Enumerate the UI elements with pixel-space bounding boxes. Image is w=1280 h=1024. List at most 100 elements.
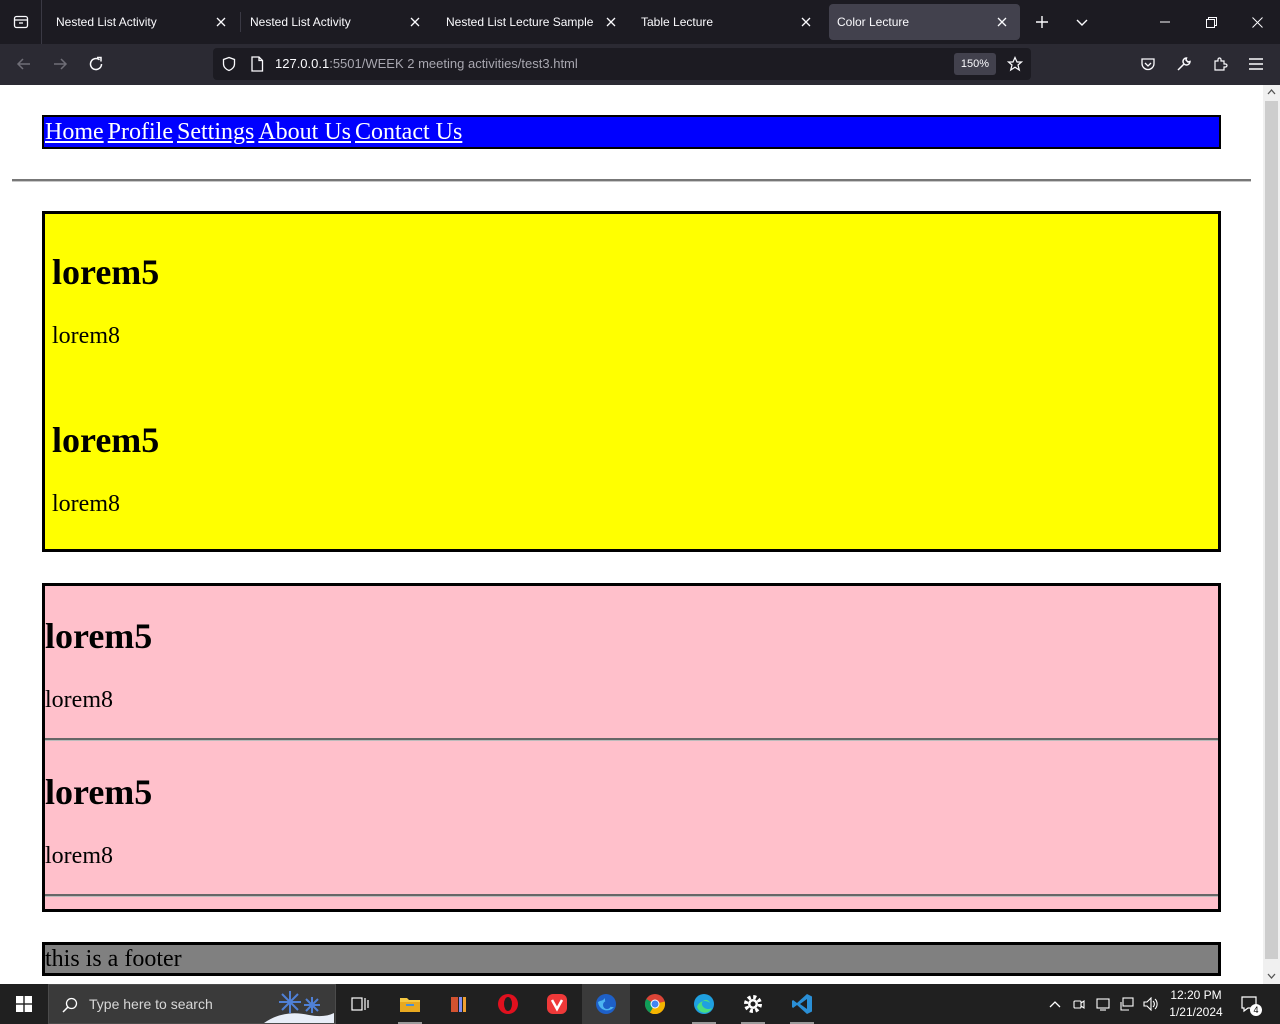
section-heading: lorem5 [45,772,153,812]
horizontal-rule [45,738,1218,741]
file-explorer-app[interactable] [386,984,434,1024]
edge-app[interactable] [680,984,728,1024]
shield-icon[interactable] [219,54,239,74]
firefox-app[interactable] [582,984,630,1024]
search-placeholder: Type here to search [89,996,213,1012]
url-path: :5501/WEEK 2 meeting activities/test3.ht… [329,56,578,71]
url-bar[interactable]: 127.0.0.1:5501/WEEK 2 meeting activities… [213,48,1031,80]
minimize-button[interactable] [1142,0,1188,44]
list-all-tabs-button[interactable] [1068,6,1096,38]
chevron-down-icon [1076,19,1088,26]
firefox-view-icon [13,15,28,29]
chrome-app[interactable] [631,984,679,1024]
tab-close-button[interactable] [403,10,427,34]
scroll-down-arrow-icon[interactable] [1267,972,1276,980]
new-tab-button[interactable] [1028,6,1056,38]
section-paragraph: lorem8 [52,323,120,349]
settings-app[interactable] [729,984,777,1024]
pocket-icon [1141,58,1155,71]
restore-button[interactable] [1188,0,1234,44]
tab-bar: Nested List Activity Nested List Activit… [0,0,1280,44]
tab-3[interactable]: Nested List Lecture Sample [433,4,629,40]
vscode-app[interactable] [778,984,826,1024]
tab-title: Nested List Activity [250,15,351,29]
office-app[interactable] [435,984,483,1024]
navigation-toolbar: 127.0.0.1:5501/WEEK 2 meeting activities… [0,44,1280,85]
vertical-scrollbar[interactable] [1263,85,1280,984]
tab-2[interactable]: Nested List Activity [237,4,433,40]
scroll-up-arrow-icon[interactable] [1267,88,1276,96]
horizontal-rule [45,894,1218,897]
vscode-icon [792,994,812,1014]
url-host: 127.0.0.1 [275,56,330,71]
tab-4[interactable]: Table Lecture [628,4,824,40]
section-heading: lorem5 [45,616,153,656]
reload-button[interactable] [80,48,112,80]
tab-close-button[interactable] [209,10,233,34]
task-view-button[interactable] [336,984,384,1024]
network-icon[interactable] [1116,984,1138,1024]
close-icon [216,17,226,27]
nav-link-contact-us[interactable]: Contact Us [355,119,462,145]
arrow-right-icon [54,58,68,70]
close-icon [1251,16,1263,28]
minimize-icon [1160,21,1170,23]
firefox-view-button[interactable] [0,0,42,44]
tab-close-button[interactable] [794,10,818,34]
taskbar-search-box[interactable]: Type here to search [48,984,336,1024]
zoom-level-button[interactable]: 150% [954,53,996,75]
back-button[interactable] [8,48,40,80]
section-paragraph: lorem8 [45,843,113,869]
opera-app[interactable] [484,984,532,1024]
clock-time: 12:20 PM [1170,988,1222,1002]
display-icon[interactable] [1092,984,1114,1024]
notification-center-button[interactable]: 4 [1236,984,1262,1024]
page-icon[interactable] [247,54,267,74]
forward-button[interactable] [44,48,76,80]
section-paragraph: lorem8 [52,491,120,517]
horizontal-rule [12,179,1251,182]
devtools-button[interactable] [1168,48,1200,80]
edge-icon [694,994,714,1014]
vivaldi-app[interactable] [533,984,581,1024]
scrollbar-thumb[interactable] [1265,101,1278,959]
firefox-icon [596,994,616,1014]
extensions-button[interactable] [1204,48,1236,80]
section-heading: lorem5 [52,252,160,292]
page-viewport: Home Profile Settings About Us Contact U… [0,85,1263,984]
chevron-up-icon [1049,1001,1061,1008]
restore-icon [1205,16,1217,28]
menu-button[interactable] [1240,48,1272,80]
nav-link-profile[interactable]: Profile [108,119,173,145]
task-view-icon [351,997,369,1011]
wrench-icon [1177,57,1191,71]
tab-title: Nested List Lecture Sample [446,15,594,29]
nav-link-about-us[interactable]: About Us [258,119,351,145]
windows-logo-icon [16,996,32,1012]
tab-close-button[interactable] [990,10,1014,34]
hamburger-menu-icon [1249,58,1263,70]
close-icon [997,17,1007,27]
show-hidden-icons-button[interactable] [1044,984,1066,1024]
yellow-section: lorem5 lorem8 lorem5 lorem8 [42,211,1221,552]
windows-taskbar: Type here to search 12:20 PM 1/21/2024 4 [0,984,1280,1024]
bookmark-star-icon[interactable] [1005,54,1025,74]
reload-icon [89,56,103,71]
pocket-button[interactable] [1132,48,1164,80]
tab-1[interactable]: Nested List Activity [43,4,239,40]
gear-icon [744,995,762,1013]
nav-link-settings[interactable]: Settings [177,119,254,145]
url-text[interactable]: 127.0.0.1:5501/WEEK 2 meeting activities… [275,56,578,71]
meet-now-icon[interactable] [1068,984,1090,1024]
section-heading: lorem5 [52,420,160,460]
start-button[interactable] [0,984,48,1024]
close-icon [606,17,616,27]
close-window-button[interactable] [1234,0,1280,44]
close-icon [410,17,420,27]
tab-5-active[interactable]: Color Lecture [829,4,1020,40]
nav-link-home[interactable]: Home [45,119,104,145]
pink-section: lorem5 lorem8 lorem5 lorem8 [42,583,1221,912]
tab-close-button[interactable] [599,10,623,34]
volume-icon[interactable] [1140,984,1162,1024]
taskbar-clock[interactable]: 12:20 PM 1/21/2024 [1160,987,1232,1021]
